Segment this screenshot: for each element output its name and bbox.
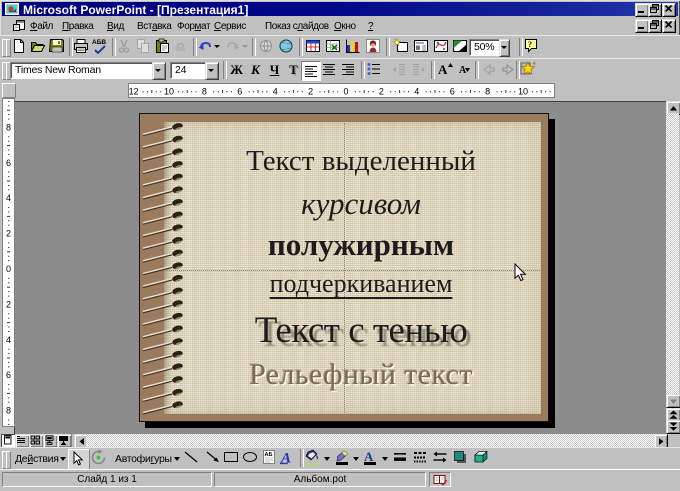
svg-text:8: 8	[6, 406, 11, 416]
svg-text:10: 10	[518, 87, 528, 97]
svg-text:6: 6	[450, 87, 455, 97]
svg-text:4: 4	[414, 87, 419, 97]
svg-text:?: ?	[528, 40, 532, 49]
svg-text:4: 4	[6, 335, 11, 345]
svg-text:2: 2	[6, 229, 11, 239]
svg-text:А: А	[459, 65, 467, 76]
svg-text:А: А	[438, 62, 448, 77]
svg-text:6: 6	[237, 87, 242, 97]
svg-text:2: 2	[6, 299, 11, 309]
svg-text:А: А	[364, 449, 374, 464]
svg-text:6: 6	[6, 158, 11, 168]
svg-text:8: 8	[6, 122, 11, 132]
svg-text:0: 0	[6, 264, 11, 274]
svg-text:0: 0	[343, 87, 348, 97]
svg-text:8: 8	[202, 87, 207, 97]
svg-text:2: 2	[308, 87, 313, 97]
svg-text:АБВ: АБВ	[92, 39, 106, 46]
svg-text:6: 6	[6, 370, 11, 380]
svg-text:10: 10	[164, 87, 174, 97]
svg-text:АБ: АБ	[265, 452, 273, 458]
svg-text:4: 4	[6, 193, 11, 203]
svg-text:4: 4	[273, 87, 278, 97]
svg-text:12: 12	[553, 87, 554, 97]
svg-text:12: 12	[129, 87, 139, 97]
svg-text:8: 8	[485, 87, 490, 97]
svg-text:A: A	[280, 451, 291, 466]
svg-text:2: 2	[379, 87, 384, 97]
